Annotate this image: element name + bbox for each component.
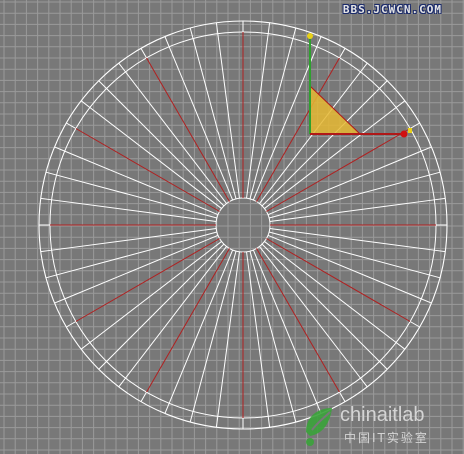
gizmo-x-axis-tip-icon[interactable] bbox=[400, 130, 408, 138]
gizmo-y-axis-tip-icon[interactable] bbox=[307, 33, 313, 39]
watermark-bottom: chinaitlab 中国IT实验室 bbox=[300, 402, 460, 448]
3d-viewport[interactable]: BBS.JCWCN.COM chinaitlab 中国IT实验室 bbox=[0, 0, 464, 454]
watermark-subtitle: 中国IT实验室 bbox=[344, 431, 429, 445]
gizmo-x-label-icon bbox=[408, 128, 412, 133]
viewport-background bbox=[0, 0, 464, 454]
watermark-brand: chinaitlab bbox=[340, 404, 425, 426]
watermark-top: BBS.JCWCN.COM bbox=[342, 3, 442, 16]
viewport-scene[interactable] bbox=[0, 0, 464, 454]
viewport-grid bbox=[0, 0, 464, 454]
chinaitlab-logo-icon bbox=[306, 408, 332, 446]
